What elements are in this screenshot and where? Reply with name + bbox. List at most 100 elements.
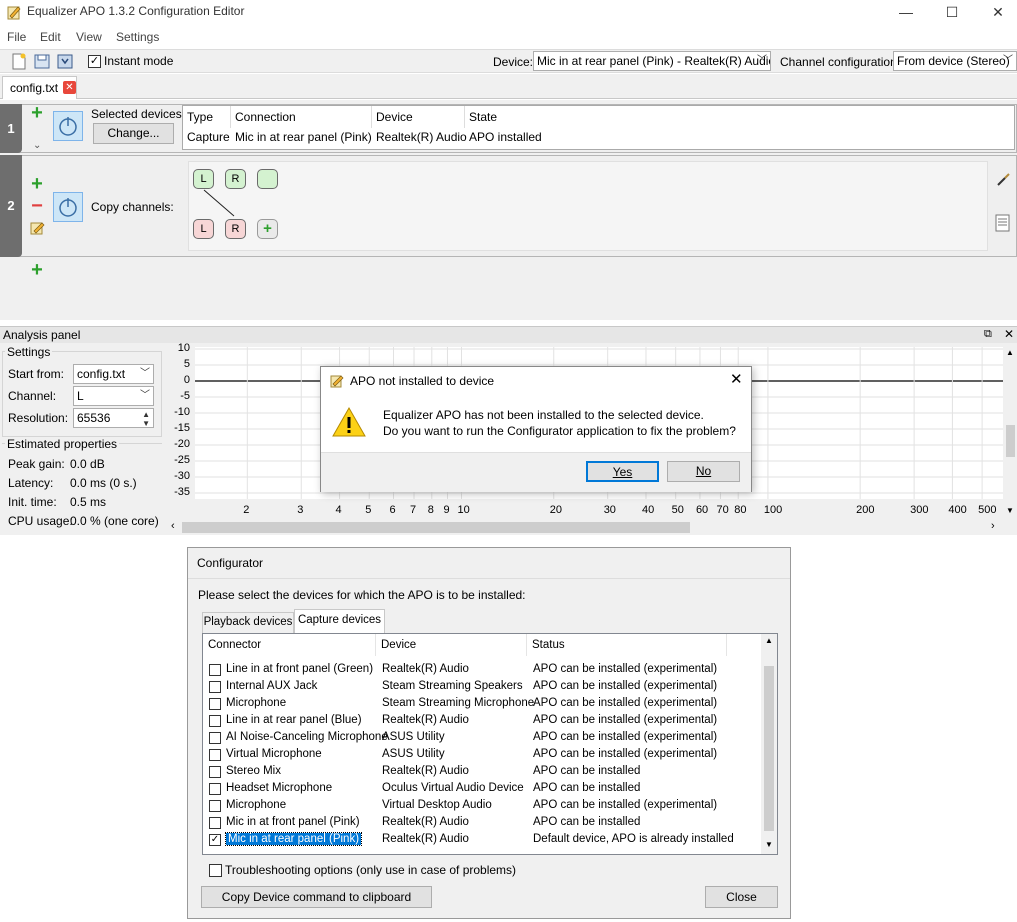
scroll-left-icon[interactable]: ‹ <box>171 520 175 532</box>
instant-mode-checkbox[interactable]: ✓ <box>88 55 101 68</box>
menu-edit[interactable]: Edit <box>40 30 61 44</box>
source-channel-l[interactable]: L <box>193 169 214 189</box>
table-row[interactable]: Virtual Microphone ASUS Utility APO can be… <box>203 747 763 764</box>
table-row[interactable]: Line in at front panel (Green) Realtek(R)… <box>203 662 763 679</box>
table-row[interactable]: Line in at rear panel (Blue) Realtek(R) A… <box>203 713 763 730</box>
channel-config-select[interactable]: From device (Stereo) ﹀ <box>893 51 1017 71</box>
text-view-icon[interactable] <box>995 214 1010 232</box>
close-panel-icon[interactable]: ✕ <box>1004 327 1014 341</box>
device-select[interactable]: Mic in at rear panel (Pink) - Realtek(R)… <box>533 51 771 71</box>
device-checkbox[interactable] <box>209 766 221 778</box>
expand-icon[interactable]: ⌄ <box>33 140 41 151</box>
menu-view[interactable]: View <box>76 30 102 44</box>
device-checkbox[interactable] <box>209 681 221 693</box>
power-toggle-1[interactable] <box>53 111 83 141</box>
configurator-prompt: Please select the devices for which the … <box>198 588 526 602</box>
open-file-icon[interactable] <box>34 53 50 70</box>
device-checkbox[interactable] <box>209 783 221 795</box>
table-row[interactable]: AI Noise-Canceling Microphone ASUS Utilit… <box>203 730 763 747</box>
resolution-spinbox[interactable]: 65536 ▲ ▼ <box>73 408 154 428</box>
col-header-status[interactable]: Status <box>527 634 727 656</box>
cell-connector: Internal AUX Jack <box>226 680 318 692</box>
change-devices-button[interactable]: Change... <box>93 123 174 144</box>
device-checkbox[interactable] <box>209 698 221 710</box>
cell-connector: Line in at rear panel (Blue) <box>226 714 362 726</box>
table-row[interactable]: ✓ Mic in at rear panel (Pink) Realtek(R) A… <box>203 832 763 849</box>
device-checkbox[interactable] <box>209 749 221 761</box>
remove-filter-icon[interactable]: − <box>30 196 44 216</box>
y-tick-label: -35 <box>174 486 190 498</box>
configurator-window: Configurator Please select the devices f… <box>187 547 791 919</box>
device-checkbox[interactable] <box>209 664 221 676</box>
y-tick-label: 10 <box>177 342 190 354</box>
col-header-type: Type <box>187 110 214 124</box>
new-file-icon[interactable] <box>11 53 27 70</box>
device-checkbox[interactable] <box>209 800 221 812</box>
close-button[interactable]: ✕ <box>975 0 1017 26</box>
device-checkbox[interactable] <box>209 732 221 744</box>
table-row[interactable]: Internal AUX Jack Steam Streaming Speaker… <box>203 679 763 696</box>
cell-connector: Line in at front panel (Green) <box>226 663 374 675</box>
maximize-button[interactable]: ☐ <box>929 0 975 26</box>
yes-button[interactable]: Yes <box>586 461 659 482</box>
horizontal-scrollbar[interactable]: ‹ › <box>167 519 1003 535</box>
scroll-up-icon[interactable]: ▲ <box>765 636 773 645</box>
device-checkbox[interactable]: ✓ <box>209 834 221 846</box>
add-filter-icon[interactable]: + <box>30 103 44 123</box>
troubleshooting-label: Troubleshooting options (only use in cas… <box>225 863 517 877</box>
restore-panel-icon[interactable]: ⧉ <box>984 328 992 341</box>
add-channel-icon[interactable]: + <box>257 219 278 239</box>
cell-device: Realtek(R) Audio <box>382 765 469 777</box>
vertical-scrollbar[interactable]: ▲ ▼ <box>1004 343 1017 519</box>
tab-capture-devices[interactable]: Capture devices <box>294 609 385 634</box>
copy-device-command-button[interactable]: Copy Device command to clipboard <box>201 886 432 908</box>
table-row[interactable]: Microphone Steam Streaming Microphone APO … <box>203 696 763 713</box>
cell-connector: Microphone <box>226 697 287 709</box>
list-vertical-scrollbar[interactable]: ▲ ▼ <box>761 634 777 854</box>
source-channel-empty[interactable] <box>257 169 278 189</box>
device-checkbox[interactable] <box>209 817 221 829</box>
scrollbar-thumb[interactable] <box>1006 425 1015 457</box>
close-tab-icon[interactable]: ✕ <box>63 81 76 94</box>
power-toggle-2[interactable] <box>53 192 83 222</box>
minimize-button[interactable]: — <box>883 0 929 26</box>
no-button[interactable]: No <box>667 461 740 482</box>
cell-device: Oculus Virtual Audio Device <box>382 782 524 794</box>
cell-connector: Microphone <box>226 799 287 811</box>
table-row[interactable]: Headset Microphone Oculus Virtual Audio D… <box>203 781 763 798</box>
scroll-right-icon[interactable]: › <box>991 520 995 532</box>
scroll-down-icon[interactable]: ▼ <box>1006 506 1014 515</box>
scroll-down-icon[interactable]: ▼ <box>765 840 773 849</box>
table-row[interactable]: Stereo Mix Realtek(R) Audio APO can be ins… <box>203 764 763 781</box>
start-from-select[interactable]: config.txt ﹀ <box>73 364 154 384</box>
apo-not-installed-dialog: APO not installed to device ✕ Equalizer … <box>320 366 752 492</box>
cell-status: APO can be installed (experimental) <box>533 731 718 743</box>
scrollbar-thumb[interactable] <box>764 666 774 831</box>
scroll-up-icon[interactable]: ▲ <box>1006 348 1014 357</box>
troubleshooting-checkbox[interactable] <box>209 864 222 877</box>
menu-settings[interactable]: Settings <box>116 30 159 44</box>
brush-icon[interactable] <box>995 172 1011 188</box>
table-row[interactable]: Mic in at front panel (Pink) Realtek(R) A… <box>203 815 763 832</box>
edit-icon[interactable] <box>30 221 45 235</box>
dialog-close-icon[interactable]: ✕ <box>730 370 743 388</box>
table-row[interactable]: Microphone Virtual Desktop Audio APO can b… <box>203 798 763 815</box>
menu-file[interactable]: File <box>7 30 26 44</box>
close-configurator-button[interactable]: Close <box>705 886 778 908</box>
add-filter-icon[interactable]: + <box>30 260 44 280</box>
scrollbar-thumb[interactable] <box>182 522 690 533</box>
col-header-connector[interactable]: Connector <box>203 634 376 656</box>
target-channel-r[interactable]: R <box>225 219 246 239</box>
x-tick-label: 100 <box>763 504 783 516</box>
device-checkbox[interactable] <box>209 715 221 727</box>
tab-playback-devices[interactable]: Playback devices <box>202 612 294 633</box>
col-header-device[interactable]: Device <box>376 634 527 656</box>
target-channel-l[interactable]: L <box>193 219 214 239</box>
tab-config-txt[interactable]: config.txt ✕ <box>2 76 77 99</box>
channel-select[interactable]: L ﹀ <box>73 386 154 406</box>
add-filter-icon[interactable]: + <box>30 174 44 194</box>
save-file-icon[interactable] <box>57 53 73 70</box>
spinner-arrows-icon[interactable]: ▲ ▼ <box>142 410 150 427</box>
source-channel-r[interactable]: R <box>225 169 246 189</box>
cell-device: Virtual Desktop Audio <box>382 799 492 811</box>
